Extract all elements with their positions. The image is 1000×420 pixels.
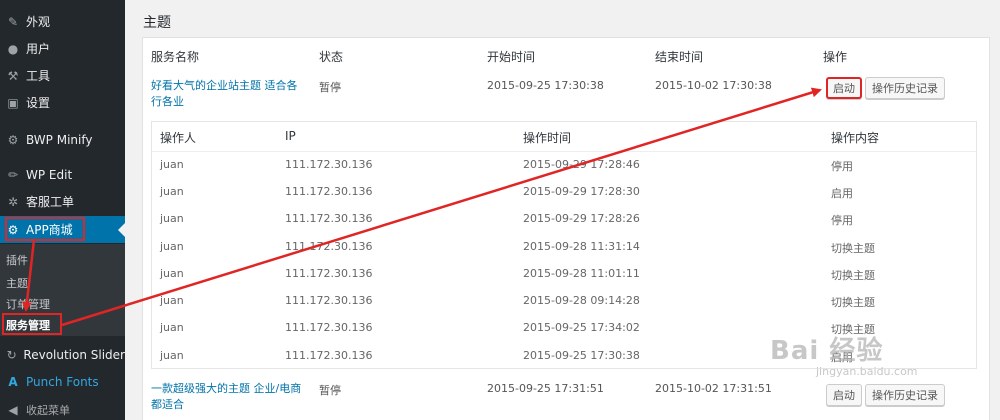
menu-item-label: 客服工单 [26, 195, 75, 209]
history-button[interactable]: 操作历史记录 [865, 77, 945, 99]
submenu-item-orders[interactable]: 订单管理 [6, 296, 50, 312]
history-action: 切换主题 [831, 242, 875, 255]
history-operator: juan [160, 158, 184, 171]
gear-icon: ⚙ [7, 222, 19, 237]
service-end-time: 2015-10-02 17:30:38 [655, 79, 772, 92]
menu-item-users[interactable]: ● 用户 [0, 35, 125, 62]
history-time: 2015-09-28 09:14:28 [523, 294, 640, 307]
history-ip: 111.172.30.136 [285, 267, 373, 280]
app-store-submenu: 插件 主题 订单管理 服务管理 [0, 244, 125, 336]
history-ip: 111.172.30.136 [285, 321, 373, 334]
collapse-menu-button[interactable]: ◀ 收起菜单 [0, 396, 125, 420]
column-header-operation-time: 操作时间 [523, 131, 572, 145]
menu-item-label: 设置 [26, 96, 51, 110]
menu-item-label: BWP Minify [26, 132, 93, 147]
history-operator: juan [160, 185, 184, 198]
history-button[interactable]: 操作历史记录 [865, 384, 945, 406]
menu-item-support[interactable]: ✲ 客服工单 [0, 188, 125, 215]
page-title: 主题 [143, 15, 171, 31]
service-start-time: 2015-09-25 17:31:51 [487, 382, 604, 395]
service-name-link[interactable]: 好看大气的企业站主题 适合各行各业 [151, 78, 301, 110]
service-end-time: 2015-10-02 17:31:51 [655, 382, 772, 395]
menu-item-label: APP商城 [26, 223, 73, 237]
service-start-time: 2015-09-25 17:30:38 [487, 79, 604, 92]
refresh-icon: ↻ [6, 347, 17, 362]
submenu-item-themes[interactable]: 主题 [6, 275, 28, 291]
font-icon: A [8, 374, 18, 389]
history-action: 停用 [831, 214, 853, 227]
menu-item-bwp-minify[interactable]: ⚙ BWP Minify [0, 126, 125, 153]
column-header-operation-content: 操作内容 [831, 131, 880, 145]
history-time: 2015-09-28 11:31:14 [523, 240, 640, 253]
history-action: 切换主题 [831, 269, 875, 282]
menu-item-label: Revolution Slider [23, 347, 125, 362]
submenu-item-plugins[interactable]: 插件 [6, 252, 28, 268]
history-ip: 111.172.30.136 [285, 158, 373, 171]
column-header-service-name: 服务名称 [151, 50, 200, 64]
menu-item-label: 外观 [26, 15, 51, 29]
column-header-end-time: 结束时间 [655, 50, 704, 64]
history-ip: 111.172.30.136 [285, 294, 373, 307]
history-action: 停用 [831, 160, 853, 173]
history-ip: 111.172.30.136 [285, 349, 373, 362]
menu-item-app-store[interactable]: ⚙ APP商城 [0, 216, 125, 243]
history-action: 启用 [831, 351, 853, 364]
history-time: 2015-09-25 17:34:02 [523, 321, 640, 334]
history-action: 切换主题 [831, 323, 875, 336]
history-operator: juan [160, 294, 184, 307]
pencil-icon: ✏ [7, 167, 19, 182]
main-content: 主题 服务名称 状态 开始时间 结束时间 操作 好看大气的企业站主题 适合各行各… [125, 0, 1000, 420]
history-operator: juan [160, 267, 184, 280]
support-icon: ✲ [7, 194, 19, 209]
gear-icon: ⚙ [7, 132, 19, 147]
paintbrush-icon: ✎ [7, 14, 19, 29]
user-icon: ● [7, 41, 19, 56]
history-time: 2015-09-25 17:30:38 [523, 349, 640, 362]
column-header-actions: 操作 [823, 50, 848, 64]
admin-sidebar: ✎ 外观 ● 用户 ⚒ 工具 ▣ 设置 ⚙ BWP Minify ✏ WP Ed… [0, 0, 125, 420]
submenu-item-services[interactable]: 服务管理 [6, 317, 50, 333]
column-header-start-time: 开始时间 [487, 50, 536, 64]
history-operator: juan [160, 212, 184, 225]
menu-item-wp-edit[interactable]: ✏ WP Edit [0, 161, 125, 188]
history-action: 启用 [831, 187, 853, 200]
history-time: 2015-09-29 17:28:46 [523, 158, 640, 171]
settings-icon: ▣ [7, 95, 19, 110]
service-name-link[interactable]: 一款超级强大的主题 企业/电商都适合 [151, 381, 311, 413]
history-operator: juan [160, 349, 184, 362]
header-divider [152, 151, 976, 152]
service-status: 暂停 [319, 384, 341, 397]
start-button[interactable]: 启动 [826, 77, 862, 99]
wrench-icon: ⚒ [7, 68, 19, 83]
menu-item-label: 工具 [26, 69, 51, 83]
history-ip: 111.172.30.136 [285, 212, 373, 225]
menu-item-label: Punch Fonts [26, 374, 99, 389]
history-action: 切换主题 [831, 296, 875, 309]
collapse-icon: ◀ [8, 402, 18, 417]
history-table: 操作人 IP 操作时间 操作内容 juan 111.172.30.136 201… [151, 121, 977, 369]
menu-item-tools[interactable]: ⚒ 工具 [0, 62, 125, 89]
history-ip: 111.172.30.136 [285, 240, 373, 253]
history-time: 2015-09-28 11:01:11 [523, 267, 640, 280]
history-time: 2015-09-29 17:28:30 [523, 185, 640, 198]
menu-item-settings[interactable]: ▣ 设置 [0, 89, 125, 116]
history-operator: juan [160, 240, 184, 253]
history-operator: juan [160, 321, 184, 334]
history-ip: 111.172.30.136 [285, 185, 373, 198]
menu-item-label: 收起菜单 [26, 403, 70, 417]
menu-item-label: WP Edit [26, 167, 73, 182]
menu-item-appearance[interactable]: ✎ 外观 [0, 8, 125, 35]
menu-item-label: 用户 [26, 42, 51, 56]
column-header-status: 状态 [319, 50, 344, 64]
menu-item-punch-fonts[interactable]: A Punch Fonts [0, 368, 125, 395]
history-time: 2015-09-29 17:28:26 [523, 212, 640, 225]
column-header-ip: IP [285, 129, 296, 143]
services-table: 服务名称 状态 开始时间 结束时间 操作 好看大气的企业站主题 适合各行各业 暂… [142, 37, 990, 420]
start-button[interactable]: 启动 [826, 384, 862, 406]
column-header-operator: 操作人 [160, 131, 197, 145]
service-status: 暂停 [319, 81, 341, 94]
menu-item-revolution-slider[interactable]: ↻ Revolution Slider [0, 341, 125, 368]
